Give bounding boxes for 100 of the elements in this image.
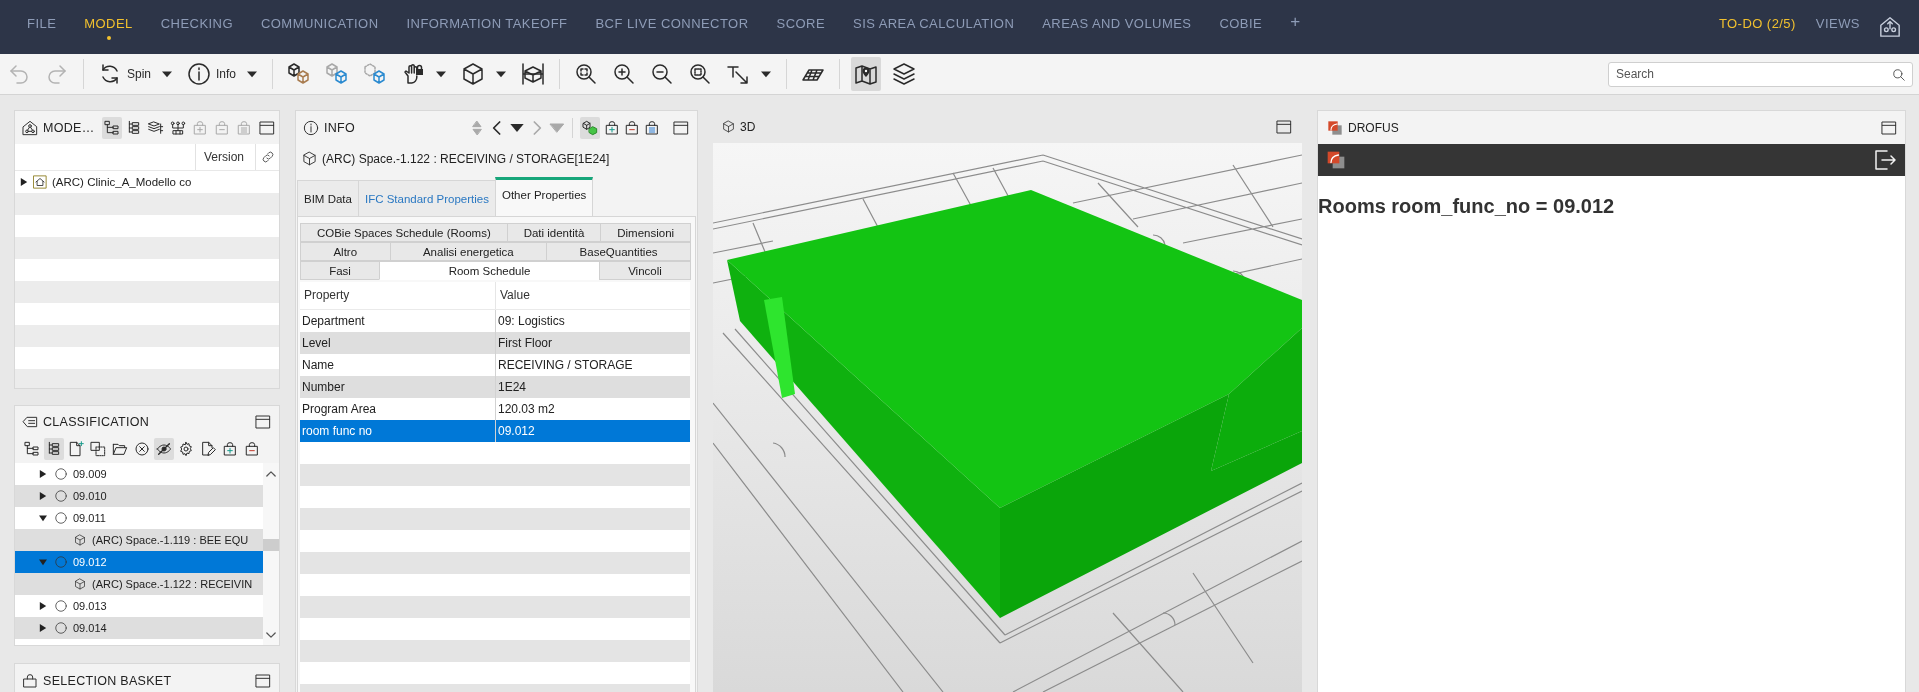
table-row[interactable]: Level First Floor: [300, 332, 690, 354]
tree-row[interactable]: (ARC) Space.-1.119 : BEE EQU: [15, 529, 263, 551]
tab[interactable]: Other Properties: [494, 177, 594, 216]
tab[interactable]: IFC Standard Properties: [357, 180, 496, 216]
hierarchy-button[interactable]: [101, 116, 122, 139]
circle-icon: [55, 556, 67, 568]
menu-tab[interactable]: COBIE: [1209, 9, 1273, 45]
tree-row[interactable]: (ARC) Clinic_A_Modello co: [15, 171, 279, 193]
property-set-tab[interactable]: COBie Spaces Schedule (Rooms): [300, 223, 508, 242]
map-button[interactable]: [851, 57, 882, 91]
circle-icon: [55, 512, 67, 524]
menu-tab[interactable]: INFORMATION TAKEOFF: [396, 9, 578, 45]
column-header[interactable]: Property: [300, 282, 496, 309]
property-set-tab[interactable]: BaseQuantities: [546, 242, 691, 261]
link-icon[interactable]: [260, 150, 275, 164]
expand-arrow-icon[interactable]: [39, 492, 47, 500]
property-set-tab[interactable]: Dati identità: [506, 223, 602, 242]
building-icon: [33, 175, 47, 189]
tree-label: 09.009: [73, 468, 107, 480]
tree-list-icon: [46, 441, 62, 457]
zoom-fit-icon: [574, 62, 599, 86]
logo-icon[interactable]: [1326, 150, 1346, 170]
chevron-up-icon[interactable]: [266, 470, 276, 477]
cube-icon: [722, 120, 735, 133]
column-header[interactable]: Value: [496, 282, 530, 309]
house-icon[interactable]: [1879, 16, 1901, 38]
property-set-tab[interactable]: Fasi: [300, 261, 381, 280]
column-header[interactable]: Version: [196, 144, 256, 170]
tree-row[interactable]: 09.014: [15, 617, 263, 639]
tree-label: 09.013: [73, 600, 107, 612]
menu-tab[interactable]: AREAS AND VOLUMES: [1032, 9, 1202, 45]
caret-icon: [246, 69, 259, 79]
menu-tab[interactable]: CHECKING: [150, 9, 243, 45]
circle-x-icon: [134, 441, 150, 457]
edit-icon: [200, 441, 216, 457]
property-set-tab[interactable]: Vincoli: [599, 261, 691, 280]
expand-arrow-icon[interactable]: [39, 602, 47, 610]
circle-icon: [55, 468, 67, 480]
property-set-tab[interactable]: Room Schedule: [379, 261, 600, 280]
info-dropdown[interactable]: Info: [184, 57, 262, 91]
menu-tab[interactable]: MODEL: [74, 9, 143, 45]
bag-minus-icon: [624, 119, 640, 136]
expand-arrow-icon[interactable]: [39, 470, 47, 478]
menu-tab[interactable]: SIS AREA CALCULATION: [843, 9, 1025, 45]
bag-minus-icon: [213, 119, 230, 136]
file-add-icon: [68, 441, 84, 457]
maximize-icon[interactable]: [1276, 118, 1292, 135]
menu-tab[interactable]: FILE: [17, 9, 67, 45]
layers-icon: [892, 62, 917, 86]
maximize-icon[interactable]: [255, 673, 271, 689]
caret-icon: [760, 69, 773, 79]
tab[interactable]: BIM Data: [297, 180, 359, 216]
cube-icon: [302, 151, 317, 166]
circle-icon: [55, 490, 67, 502]
maximize-icon[interactable]: [255, 413, 271, 430]
tree-label: (ARC) Clinic_A_Modello co: [52, 176, 192, 188]
menu-tab[interactable]: SCORE: [766, 9, 835, 45]
property-set-tab[interactable]: Dimensioni: [600, 223, 691, 242]
panel-title: MODE…: [43, 120, 95, 135]
hide-button[interactable]: [154, 438, 174, 460]
zoom-out-icon: [650, 62, 675, 86]
chevron-down-icon[interactable]: [266, 632, 276, 639]
add-tab-button[interactable]: +: [1280, 10, 1311, 44]
menu-tab[interactable]: BCF LIVE CONNECTOR: [585, 9, 759, 45]
panel-title: INFO: [324, 120, 356, 135]
menu-link[interactable]: VIEWS: [1805, 9, 1870, 45]
scrollbar[interactable]: [263, 463, 279, 645]
menu-tab[interactable]: COMMUNICATION: [250, 9, 389, 45]
cube-icon: [461, 62, 486, 86]
spin-dropdown[interactable]: Spin: [95, 57, 177, 91]
search-icon[interactable]: [1892, 67, 1906, 82]
collapse-arrow-icon[interactable]: [39, 514, 47, 522]
table-row[interactable]: room func no 09.012: [300, 420, 690, 442]
property-set-tab[interactable]: Analisi energetica: [389, 242, 548, 261]
hand-lock-icon: [401, 62, 426, 86]
filled-cubes-button[interactable]: [580, 116, 600, 139]
tree-row[interactable]: 09.010: [15, 485, 263, 507]
object-title: (ARC) Space.-1.122 : RECEIVING / STORAGE[1E24]: [322, 151, 610, 166]
table-row[interactable]: Number 1E24: [300, 376, 690, 398]
panel-title: CLASSIFICATION: [43, 414, 150, 429]
tree-row[interactable]: (ARC) Space.-1.122 : RECEIVIN: [15, 573, 263, 595]
table-cell: room func no: [300, 420, 496, 442]
tree-list-button[interactable]: [44, 438, 64, 460]
sort-icon: [469, 119, 485, 136]
expand-arrow-icon[interactable]: [39, 624, 47, 632]
expand-arrow-icon[interactable]: [20, 178, 28, 186]
tree-label: (ARC) Space.-1.119 : BEE EQU: [92, 534, 249, 546]
property-set-tab[interactable]: Altro: [300, 242, 391, 261]
maximize-icon[interactable]: [1881, 119, 1897, 136]
scrollbar-thumb[interactable]: [263, 539, 279, 551]
maximize-icon[interactable]: [673, 119, 689, 136]
menu-link[interactable]: TO-DO (2/5): [1708, 9, 1806, 45]
map-pin-icon: [854, 62, 879, 86]
info-icon: [187, 62, 212, 86]
table-cell-text: RECEIVING / STORAGE: [497, 357, 633, 374]
tree-row[interactable]: 09.012: [15, 551, 263, 573]
basket-icon: [22, 673, 38, 689]
active-dot-icon: [106, 35, 111, 40]
maximize-icon[interactable]: [258, 119, 275, 136]
search-field[interactable]: Search: [1608, 61, 1913, 87]
